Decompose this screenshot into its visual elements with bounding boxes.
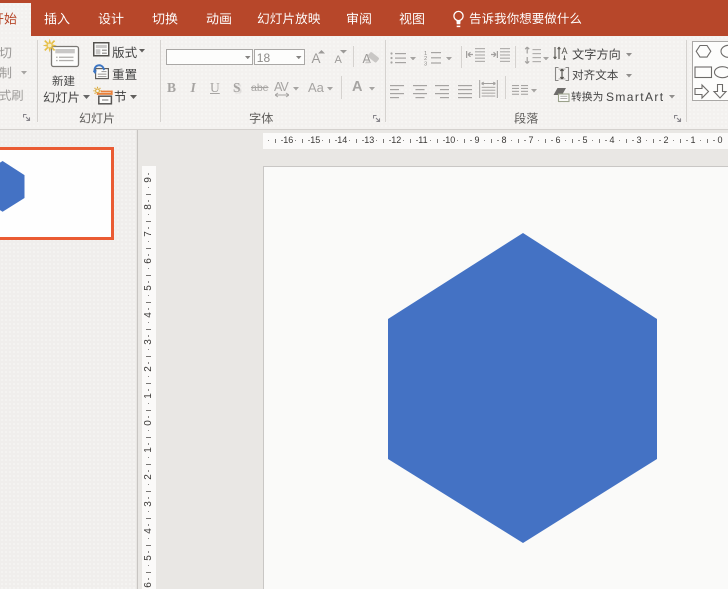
svg-text:3: 3 (424, 61, 427, 67)
svg-text:A: A (562, 46, 568, 56)
